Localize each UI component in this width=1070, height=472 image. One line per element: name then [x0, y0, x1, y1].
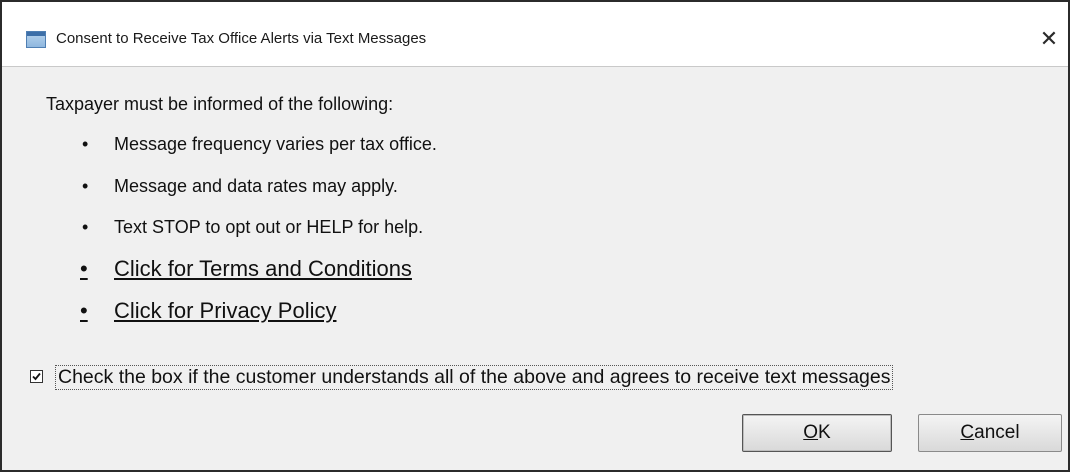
consent-dialog: Consent to Receive Tax Office Alerts via… — [0, 0, 1070, 472]
consent-label[interactable]: Check the box if the customer understand… — [55, 365, 894, 390]
bullet-dot: • — [82, 217, 89, 237]
consent-checkbox[interactable] — [30, 370, 43, 383]
bullet-dot: • — [82, 134, 89, 154]
bullet-text: Message frequency varies per tax office. — [114, 134, 437, 154]
bullet-text: Message and data rates may apply. — [114, 176, 398, 196]
close-icon[interactable]: ✕ — [1034, 24, 1064, 54]
privacy-policy-link[interactable]: • Click for Privacy Policy — [80, 298, 336, 324]
bullet-dot: • — [80, 298, 88, 323]
terms-and-conditions-link[interactable]: • Click for Terms and Conditions — [80, 256, 412, 282]
intro-text: Taxpayer must be informed of the followi… — [46, 94, 394, 114]
link-text: Click for Privacy Policy — [114, 298, 337, 323]
ok-mnemonic: O — [803, 422, 819, 443]
cancel-mnemonic: C — [960, 422, 975, 443]
cancel-button[interactable]: Cancel — [918, 414, 1062, 452]
link-text: Click for Terms and Conditions — [114, 256, 412, 281]
checkmark-icon — [32, 372, 41, 381]
bullet-text: Text STOP to opt out or HELP for help. — [114, 217, 424, 237]
bullet-dot: • — [80, 256, 88, 281]
ok-button[interactable]: OK — [742, 414, 892, 452]
bullet-item: • Message and data rates may apply. — [82, 176, 398, 197]
ok-label-rest: K — [818, 422, 831, 443]
cancel-label-rest: ancel — [974, 422, 1020, 443]
bullet-item: • Message frequency varies per tax office… — [82, 134, 437, 155]
bullet-item: • Text STOP to opt out or HELP for help. — [82, 217, 423, 238]
dialog-title: Consent to Receive Tax Office Alerts via… — [56, 30, 427, 47]
title-bar: Consent to Receive Tax Office Alerts via… — [2, 2, 1068, 67]
bullet-dot: • — [82, 176, 89, 196]
window-app-icon — [26, 31, 46, 48]
